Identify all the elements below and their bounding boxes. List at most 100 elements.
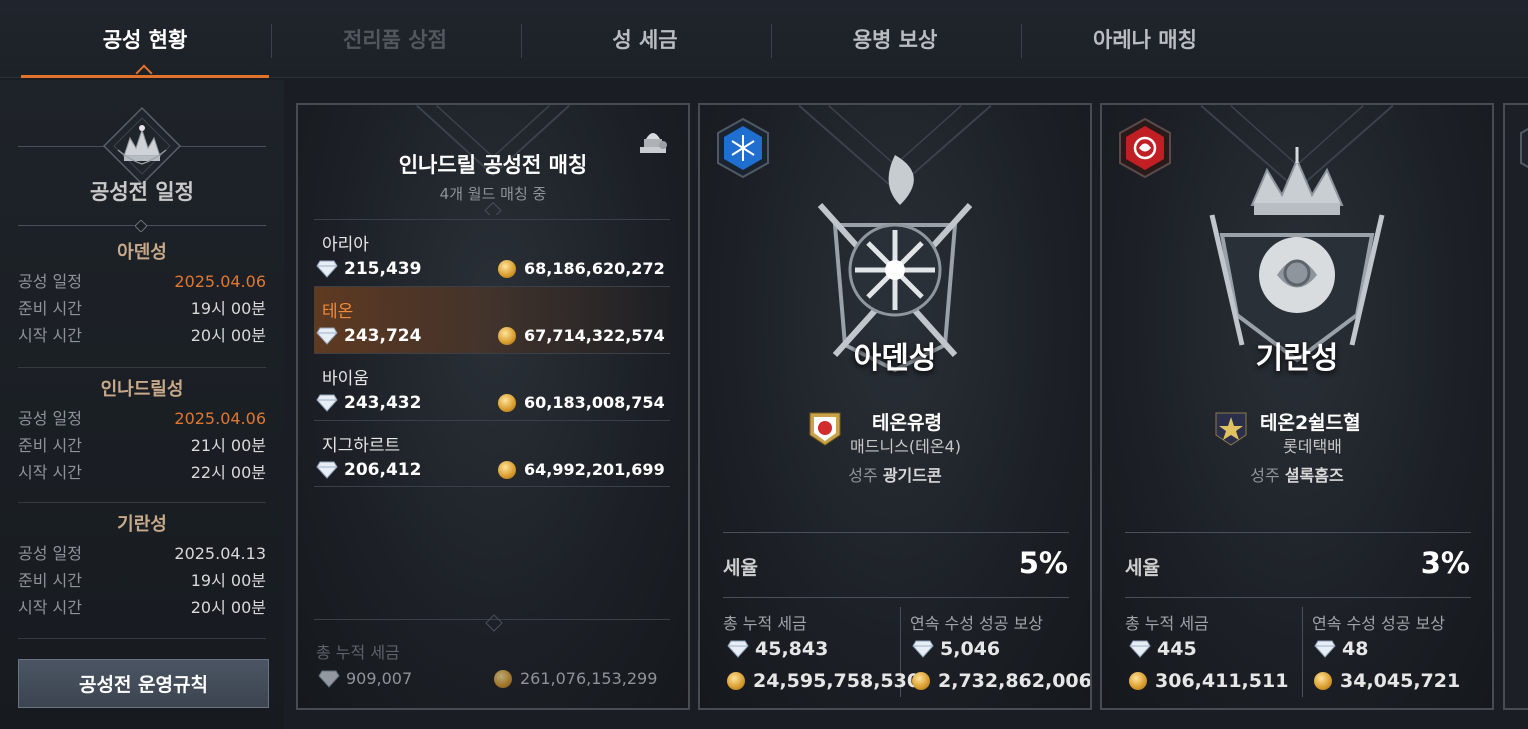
- world-name: 아리아: [322, 235, 369, 255]
- world-name: 바이움: [322, 369, 369, 389]
- diamond-icon: [316, 461, 338, 479]
- tax-rate-value: 3%: [1420, 546, 1470, 580]
- diamond-amount: 206,412: [316, 460, 421, 480]
- world-row[interactable]: 지그하르트 206,412 64,992,201,699: [314, 420, 670, 487]
- diamond-icon: [316, 260, 338, 278]
- gold-amount: 64,992,201,699: [498, 460, 665, 479]
- world-row[interactable]: 아리아 215,439 68,186,620,272: [314, 219, 670, 286]
- gold-value: 60,183,008,754: [524, 393, 665, 412]
- prep-time: 21시 00분: [190, 436, 266, 455]
- diamond-amount: 215,439: [316, 259, 421, 279]
- world-row[interactable]: 바이움 243,432 60,183,008,754: [314, 353, 670, 420]
- schedule-title: 공성전 일정: [90, 180, 194, 204]
- gold-coin-icon: [727, 672, 745, 690]
- diamond-ornament-icon: [485, 614, 503, 632]
- tab-castle-tax[interactable]: 성 세금: [520, 0, 770, 78]
- tax-rate-label: 세율: [1125, 557, 1160, 579]
- castle-name: 인나드릴성: [100, 379, 184, 400]
- streak-reward-label: 연속 수성 성공 보상: [1312, 614, 1446, 633]
- diamond-amount: 243,724: [316, 326, 421, 346]
- diamond-ornament-icon: [135, 220, 147, 232]
- world-name: 지그하르트: [322, 436, 401, 456]
- guild-name: 테온유령: [872, 412, 942, 434]
- divider: [18, 638, 266, 639]
- streak-diamond: 5,046: [912, 638, 1000, 660]
- castle-name: 아덴성: [117, 242, 167, 263]
- tab-label: 아레나 매칭: [1093, 28, 1197, 52]
- castle-card-giran[interactable]: 기란성 테온2쉴드혈 롯데택배 성주 셜록홈즈 세율 3% 총 누적 세금 연속…: [1100, 103, 1494, 710]
- gold-coin-icon: [1129, 672, 1147, 690]
- schedule-row: 준비 시간 19시 00분: [18, 567, 266, 594]
- lord-name: 셜록홈즈: [1284, 466, 1344, 485]
- diamond-value: 445: [1157, 638, 1197, 660]
- tax-rate-value: 5%: [1018, 546, 1068, 580]
- diamond-value: 48: [1342, 638, 1369, 660]
- tab-arena-matching[interactable]: 아레나 매칭: [1020, 0, 1270, 78]
- schedule-row: 준비 시간 21시 00분: [18, 432, 266, 459]
- total-diamond: 45,843: [727, 638, 828, 660]
- diamond-value: 5,046: [940, 638, 1001, 660]
- divider: [1302, 607, 1303, 697]
- guild-emblem-icon: [1215, 412, 1247, 446]
- diamond-amount: 243,432: [316, 393, 421, 413]
- divider: [723, 532, 1069, 533]
- lord-label: 성주: [848, 466, 878, 485]
- button-label: 공성전 운영규칙: [79, 674, 208, 696]
- lord-name: 광기드콘: [882, 466, 942, 485]
- row-label: 준비 시간: [18, 436, 82, 455]
- tab-label: 전리품 상점: [343, 28, 447, 52]
- row-label: 공성 일정: [18, 272, 82, 291]
- row-label: 시작 시간: [18, 326, 82, 345]
- gold-amount: 67,714,322,574: [498, 326, 665, 345]
- siege-date: 2025.04.06: [174, 409, 266, 428]
- tab-label: 공성 현황: [102, 28, 188, 52]
- tab-mercenary-reward[interactable]: 용병 보상: [770, 0, 1020, 78]
- schedule-row: 공성 일정 2025.04.06: [18, 405, 266, 432]
- gold-value: 24,595,758,530: [753, 670, 921, 692]
- total-gold: 24,595,758,530: [727, 670, 920, 692]
- start-time: 20시 00분: [190, 326, 266, 345]
- row-label: 준비 시간: [18, 571, 82, 590]
- divider: [723, 597, 1069, 598]
- total-diamond: 909,007: [318, 669, 412, 688]
- castle-name: 기란성: [1255, 341, 1339, 376]
- alliance-name: 매드니스(테온4): [850, 437, 961, 456]
- alliance-name: 롯데택배: [1283, 437, 1342, 456]
- castle-name: 아덴성: [853, 341, 937, 376]
- gold-amount: 68,186,620,272: [498, 259, 665, 278]
- diamond-icon: [316, 394, 338, 412]
- gold-value: 2,732,862,006: [938, 670, 1092, 692]
- schedule-castle-block: 아덴성 공성 일정 2025.04.06 준비 시간 19시 00분 시작 시간 20…: [18, 238, 266, 349]
- siege-matching-card: 인나드릴 공성전 매칭 4개 월드 매칭 중 아리아 215,439 68,18…: [296, 103, 690, 710]
- diamond-value: 45,843: [755, 638, 829, 660]
- total-tax-label: 총 누적 세금: [723, 614, 807, 633]
- gold-coin-icon: [498, 393, 516, 412]
- tab-loot-shop[interactable]: 전리품 상점: [270, 0, 520, 78]
- gold-coin-icon: [494, 669, 512, 688]
- siege-date: 2025.04.13: [174, 544, 266, 563]
- prep-time: 19시 00분: [190, 299, 266, 318]
- rose-badge-icon: [1119, 117, 1171, 179]
- world-row-selected[interactable]: 테온 243,724 67,714,322,574: [314, 286, 670, 353]
- matching-title: 인나드릴 공성전 매칭: [398, 153, 588, 177]
- start-time: 20시 00분: [190, 598, 266, 617]
- siege-rules-button[interactable]: 공성전 운영규칙: [18, 659, 269, 708]
- total-gold: 261,076,153,299: [494, 669, 657, 688]
- streak-diamond: 48: [1314, 638, 1368, 660]
- row-label: 공성 일정: [18, 544, 82, 563]
- castle-badge-icon: [1520, 127, 1528, 169]
- castle-card-aden[interactable]: 아덴성 테온유령 매드니스(테온4) 성주 광기드콘 세율 5% 총 누적 세금…: [698, 103, 1092, 710]
- gold-value: 261,076,153,299: [520, 669, 658, 688]
- siege-date: 2025.04.06: [174, 272, 266, 291]
- diamond-value: 909,007: [346, 669, 413, 688]
- row-label: 준비 시간: [18, 299, 82, 318]
- streak-gold: 2,732,862,006: [912, 670, 1092, 692]
- streak-gold: 34,045,721: [1314, 670, 1460, 692]
- gold-coin-icon: [498, 259, 516, 278]
- divider: [18, 502, 266, 503]
- schedule-row: 시작 시간 20시 00분: [18, 594, 266, 621]
- lord-label: 성주: [1250, 466, 1280, 485]
- castle-card-next-partial[interactable]: [1503, 103, 1528, 710]
- total-tax-label: 총 누적 세금: [316, 643, 400, 662]
- world-name: 테온: [322, 302, 354, 322]
